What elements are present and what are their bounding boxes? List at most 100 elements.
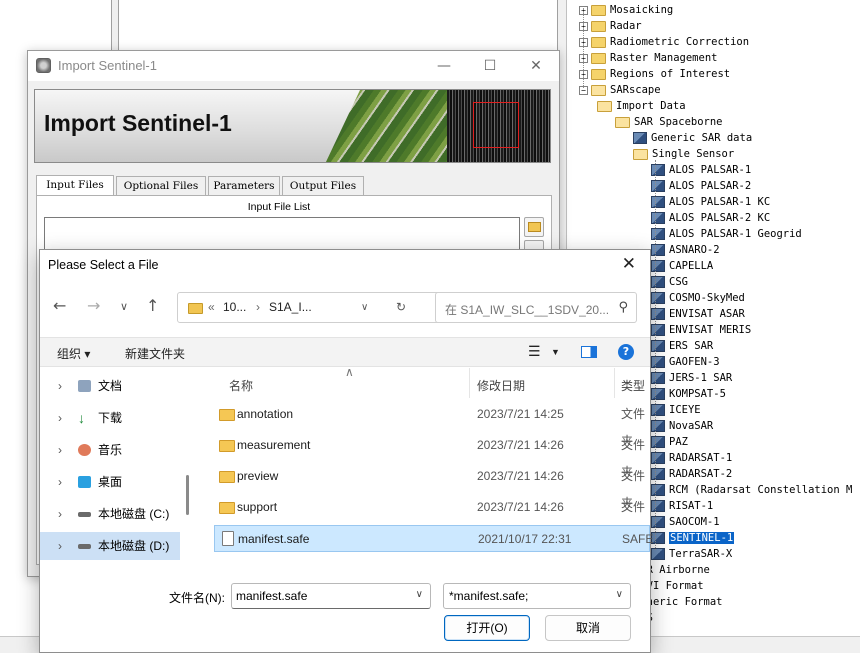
chevron-down-icon[interactable]: ∨ [616, 589, 623, 600]
tree-item-label: Generic SAR data [651, 132, 753, 144]
column-header-date[interactable]: 修改日期 [477, 377, 525, 394]
tree-item-envisat-asar[interactable]: ENVISAT ASAR [651, 306, 745, 322]
tool-icon [651, 340, 665, 352]
file-row-annotation[interactable]: annotation 2023/7/21 14:25 文件夹 [214, 401, 650, 448]
view-dropdown-icon[interactable]: ▼ [551, 347, 560, 357]
file-row-preview[interactable]: preview 2023/7/21 14:26 文件夹 [214, 463, 650, 510]
up-arrow-icon[interactable]: ↑ [146, 296, 159, 315]
chevron-right-icon[interactable]: › [58, 404, 62, 432]
nav-scrollbar[interactable] [186, 475, 189, 515]
tree-item-sentinel-1[interactable]: SENTINEL-1 [651, 530, 735, 546]
recent-chevron-icon[interactable]: ∨ [120, 300, 128, 313]
window-titlebar[interactable]: Import Sentinel-1 — ☐ ✕ [28, 51, 559, 81]
back-arrow-icon[interactable]: ← [53, 296, 66, 315]
tree-item-alos-palsar-2-kc[interactable]: ALOS PALSAR-2 KC [651, 210, 770, 226]
dialog-close-icon[interactable]: ✕ [622, 254, 636, 274]
tree-item-gaofen-3[interactable]: GAOFEN-3 [651, 354, 720, 370]
open-button[interactable]: 打开(O) [444, 615, 530, 641]
tree-item-capella[interactable]: CAPELLA [651, 258, 713, 274]
chevron-right-icon[interactable]: › [58, 532, 62, 560]
refresh-icon[interactable]: ↻ [396, 300, 406, 314]
tree-item-radar[interactable]: + Radar [579, 18, 642, 34]
tree-item-ers-sar[interactable]: ERS SAR [651, 338, 713, 354]
tab-input-files[interactable]: Input Files [36, 175, 114, 196]
search-box[interactable]: 在 S1A_IW_SLC__1SDV_20... ⚲ [435, 292, 637, 323]
file-row-support[interactable]: support 2023/7/21 14:26 文件夹 [214, 494, 650, 541]
breadcrumb-overflow[interactable]: « [208, 300, 215, 314]
nav-item-drive-c[interactable]: › 本地磁盘 (C:) [40, 500, 180, 528]
tree-item-radarsat-1[interactable]: RADARSAT-1 [651, 450, 732, 466]
column-header-name[interactable]: 名称 [229, 377, 253, 394]
tree-item-terrasar-x[interactable]: TerraSAR-X [651, 546, 732, 562]
address-bar[interactable]: « 10... › S1A_I... ∨ ↻ [177, 292, 465, 323]
tree-item-novasar[interactable]: NovaSAR [651, 418, 713, 434]
nav-item-music[interactable]: › 音乐 [40, 436, 180, 464]
tree-item-sar-spaceborne[interactable]: SAR Spaceborne [615, 114, 723, 130]
tree-item-mosaicking[interactable]: + Mosaicking [579, 2, 673, 18]
tool-icon [651, 324, 665, 336]
view-options-icon[interactable]: ☰ [528, 343, 541, 360]
nav-item-downloads[interactable]: › ↓ 下载 [40, 404, 180, 432]
tree-item-envisat-meris[interactable]: ENVISAT MERIS [651, 322, 751, 338]
file-date: 2023/7/21 14:26 [477, 469, 564, 483]
column-header-type[interactable]: 类型 [621, 377, 645, 394]
tab-parameters[interactable]: Parameters [208, 176, 280, 196]
help-icon[interactable]: ? [618, 344, 634, 360]
address-dropdown-icon[interactable]: ∨ [361, 302, 368, 313]
minimize-icon[interactable]: — [421, 51, 467, 81]
tool-icon [651, 308, 665, 320]
column-divider[interactable] [614, 368, 615, 398]
chevron-right-icon[interactable]: › [58, 468, 62, 496]
browse-folder-button[interactable] [524, 217, 544, 237]
close-icon[interactable]: ✕ [513, 51, 559, 81]
tree-item-saocom-1[interactable]: SAOCOM-1 [651, 514, 720, 530]
nav-item-documents[interactable]: › 文档 [40, 372, 180, 400]
tree-item-asnaro-2[interactable]: ASNARO-2 [651, 242, 720, 258]
tree-item-kompsat-5[interactable]: KOMPSAT-5 [651, 386, 726, 402]
file-row-manifest[interactable]: manifest.safe 2021/10/17 22:31 SAFE [214, 525, 653, 552]
filename-label: 文件名(N): [169, 591, 225, 605]
chevron-right-icon[interactable]: › [58, 436, 62, 464]
tree-item-sarscape[interactable]: − SARscape [579, 82, 661, 98]
search-icon[interactable]: ⚲ [618, 300, 628, 315]
breadcrumb-current[interactable]: S1A_I... [269, 300, 312, 314]
tree-item-single-sensor[interactable]: Single Sensor [633, 146, 734, 162]
tree-item-radiometric-correction[interactable]: + Radiometric Correction [579, 34, 749, 50]
tree-item-jers-1-sar[interactable]: JERS-1 SAR [651, 370, 732, 386]
tab-output-files[interactable]: Output Files [282, 176, 364, 196]
nav-item-drive-d[interactable]: › 本地磁盘 (D:) [40, 532, 180, 560]
tree-item-radarsat-2[interactable]: RADARSAT-2 [651, 466, 732, 482]
tree-item-risat-1[interactable]: RISAT-1 [651, 498, 713, 514]
maximize-icon[interactable]: ☐ [467, 51, 513, 81]
preview-pane-icon[interactable] [581, 346, 597, 358]
breadcrumb-root[interactable]: 10... [223, 300, 246, 314]
tree-guide-line [655, 160, 656, 550]
tree-item-paz[interactable]: PAZ [651, 434, 688, 450]
tree-item-alos-palsar-2[interactable]: ALOS PALSAR-2 [651, 178, 751, 194]
filetype-select[interactable]: *manifest.safe; ∨ [443, 583, 631, 609]
chevron-down-icon[interactable]: ∨ [416, 589, 423, 600]
tree-item-alos-palsar-1-kc[interactable]: ALOS PALSAR-1 KC [651, 194, 770, 210]
column-divider[interactable] [469, 368, 470, 398]
cancel-button[interactable]: 取消 [545, 615, 631, 641]
tree-item-iceye[interactable]: ICEYE [651, 402, 701, 418]
chevron-right-icon[interactable]: › [58, 372, 62, 400]
tree-item-alos-palsar-1[interactable]: ALOS PALSAR-1 [651, 162, 751, 178]
forward-arrow-icon[interactable]: → [87, 296, 100, 315]
tree-item-import-data[interactable]: Import Data [597, 98, 686, 114]
tree-item-regions-of-interest[interactable]: + Regions of Interest [579, 66, 730, 82]
new-folder-button[interactable]: 新建文件夹 [125, 345, 185, 362]
organize-menu[interactable]: 组织 ▾ [57, 345, 90, 362]
tree-item-rcm-radarsat-constellation-m[interactable]: RCM (Radarsat Constellation M [651, 482, 852, 498]
file-row-measurement[interactable]: measurement 2023/7/21 14:26 文件夹 [214, 432, 650, 479]
tree-item-generic-sar-data[interactable]: Generic SAR data [633, 130, 752, 146]
tab-optional-files[interactable]: Optional Files [116, 176, 206, 196]
tree-item-raster-management[interactable]: + Raster Management [579, 50, 717, 66]
filename-input[interactable]: manifest.safe ∨ [231, 583, 431, 609]
nav-item-desktop[interactable]: › 桌面 [40, 468, 180, 496]
chevron-right-icon[interactable]: › [58, 500, 62, 528]
tree-item-label: Regions of Interest [610, 68, 731, 80]
tree-item-alos-palsar-1-geogrid[interactable]: ALOS PALSAR-1 Geogrid [651, 226, 802, 242]
tree-item-cosmo-skymed[interactable]: COSMO-SkyMed [651, 290, 745, 306]
tree-item-csg[interactable]: CSG [651, 274, 688, 290]
